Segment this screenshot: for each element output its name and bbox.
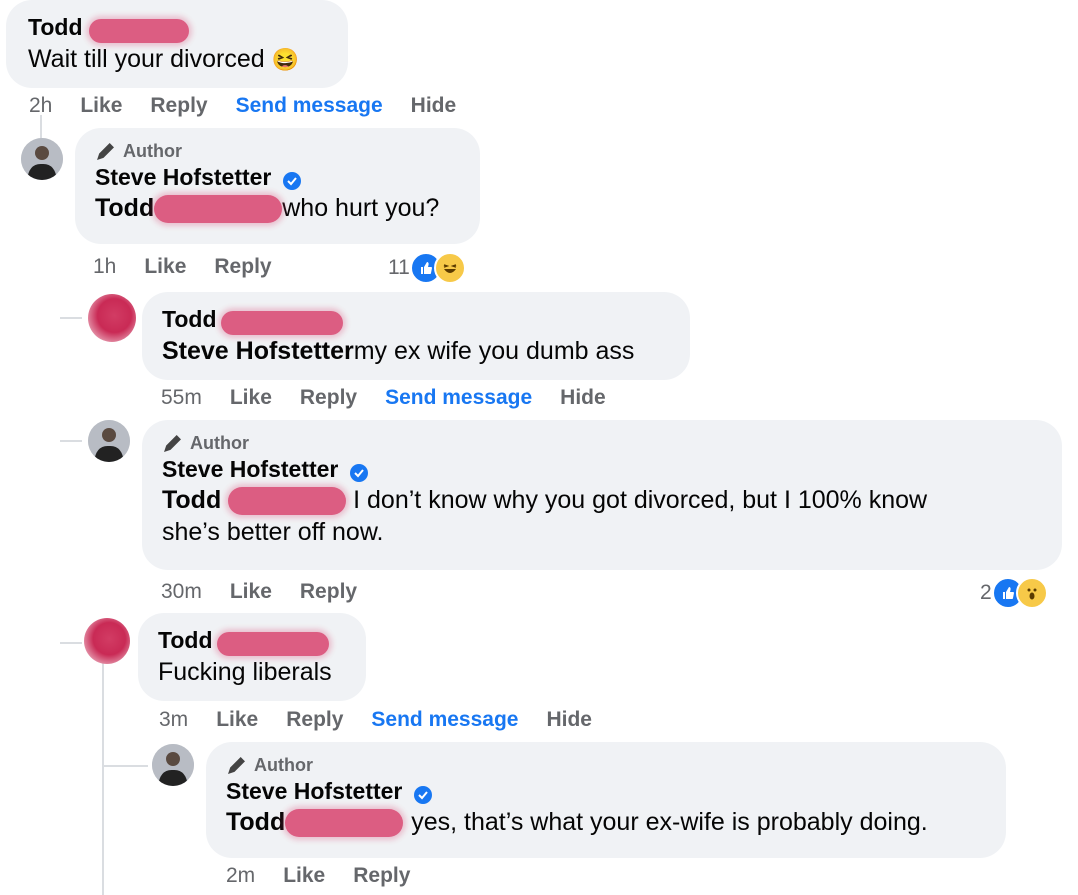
mention[interactable]: Todd <box>162 486 221 514</box>
reaction-summary[interactable]: 11 <box>388 252 466 284</box>
reply-button[interactable]: Reply <box>214 255 271 279</box>
like-button[interactable]: Like <box>80 94 122 118</box>
timestamp[interactable]: 30m <box>161 580 202 604</box>
like-button[interactable]: Like <box>230 580 272 604</box>
reaction-count: 11 <box>388 256 410 279</box>
comment-text-line2: she’s better off now. <box>162 518 384 546</box>
comment-text: my ex wife you dumb ass <box>353 336 635 365</box>
redaction-mark <box>154 195 283 224</box>
verified-badge-icon <box>349 463 368 482</box>
reaction-count: 2 <box>980 581 992 604</box>
comment-bubble: Author Steve Hofstetter Todd who hurt you… <box>75 128 480 244</box>
verified-badge-icon <box>282 171 301 190</box>
comment-text: yes, that’s what your ex-wife is probabl… <box>411 808 928 836</box>
redaction-mark <box>285 809 404 838</box>
timestamp[interactable]: 2h <box>29 94 52 118</box>
like-button[interactable]: Like <box>230 386 272 410</box>
commenter-name[interactable]: Todd <box>28 12 83 42</box>
timestamp[interactable]: 55m <box>161 386 202 410</box>
author-label: Author <box>190 433 249 453</box>
hide-button[interactable]: Hide <box>546 708 592 732</box>
reply-button[interactable]: Reply <box>286 708 343 732</box>
reply-button[interactable]: Reply <box>353 864 410 888</box>
comment-text: Wait till your divorced <box>28 44 265 73</box>
wow-reaction-icon <box>1015 577 1048 609</box>
hide-button[interactable]: Hide <box>560 386 606 410</box>
comment-bubble: Author Steve Hofstetter Todd I don’t kno… <box>142 420 1062 570</box>
mention[interactable]: Steve Hofstetter <box>162 337 354 365</box>
author-badge: Author <box>162 432 1042 454</box>
comment-bubble: Todd Fucking liberals <box>138 613 366 701</box>
comment-bubble: Todd Wait till your divorced 😆 <box>6 0 348 88</box>
redaction-mark <box>220 310 343 335</box>
verified-badge-icon <box>413 785 432 804</box>
send-message-button[interactable]: Send message <box>385 386 532 410</box>
thread-connector <box>60 317 82 319</box>
timestamp[interactable]: 1h <box>93 255 116 279</box>
commenter-name[interactable]: Steve Hofstetter <box>95 162 271 192</box>
reply-button[interactable]: Reply <box>300 386 357 410</box>
comment-text: Fucking liberals <box>158 657 332 686</box>
pencil-icon <box>228 757 245 774</box>
thread-connector <box>103 765 148 767</box>
author-badge: Author <box>95 140 460 162</box>
avatar[interactable] <box>88 420 130 462</box>
reaction-summary[interactable]: 2 <box>980 577 1048 609</box>
reply-button[interactable]: Reply <box>300 580 357 604</box>
avatar[interactable] <box>84 618 130 664</box>
comment-text: who hurt you? <box>282 194 440 222</box>
like-button[interactable]: Like <box>283 864 325 888</box>
mention[interactable]: Todd <box>95 194 154 222</box>
redaction-mark <box>216 631 329 656</box>
like-button[interactable]: Like <box>144 255 186 279</box>
comment-text-line1: I don’t know why you got divorced, but I… <box>353 486 928 514</box>
author-label: Author <box>254 755 313 775</box>
send-message-button[interactable]: Send message <box>236 94 383 118</box>
avatar[interactable] <box>21 138 63 180</box>
commenter-name[interactable]: Steve Hofstetter <box>162 454 338 484</box>
author-label: Author <box>123 141 182 161</box>
redaction-mark <box>228 487 347 516</box>
thread-connector <box>60 642 82 644</box>
send-message-button[interactable]: Send message <box>371 708 518 732</box>
comment-actions: 2h Like Reply Send message Hide <box>29 94 484 118</box>
avatar[interactable] <box>152 744 194 786</box>
pencil-icon <box>97 143 114 160</box>
pencil-icon <box>164 435 181 452</box>
comment-bubble: Author Steve Hofstetter Todd yes, that’s … <box>206 742 1006 858</box>
laughing-emoji-icon: 😆 <box>271 46 300 72</box>
mention[interactable]: Todd <box>226 808 285 836</box>
thread-connector <box>60 440 82 442</box>
haha-reaction-icon <box>433 252 466 284</box>
comment-bubble: Todd Steve Hofstettermy ex wife you dumb… <box>142 292 690 380</box>
commenter-name[interactable]: Steve Hofstetter <box>226 776 402 806</box>
comment-actions: 55m Like Reply Send message Hide <box>161 386 634 410</box>
comment-actions: 1h Like Reply <box>93 255 300 279</box>
redaction-mark <box>88 18 189 43</box>
commenter-name[interactable]: Todd <box>158 625 213 655</box>
thread-line <box>102 640 104 895</box>
reply-button[interactable]: Reply <box>150 94 207 118</box>
comment-actions: 2m Like Reply <box>226 864 438 888</box>
like-button[interactable]: Like <box>216 708 258 732</box>
comment-actions: 30m Like Reply <box>161 580 385 604</box>
timestamp[interactable]: 2m <box>226 864 255 888</box>
commenter-name[interactable]: Todd <box>162 304 217 334</box>
avatar[interactable] <box>88 294 136 342</box>
hide-button[interactable]: Hide <box>411 94 457 118</box>
comment-actions: 3m Like Reply Send message Hide <box>159 708 620 732</box>
timestamp[interactable]: 3m <box>159 708 188 732</box>
author-badge: Author <box>226 754 986 776</box>
